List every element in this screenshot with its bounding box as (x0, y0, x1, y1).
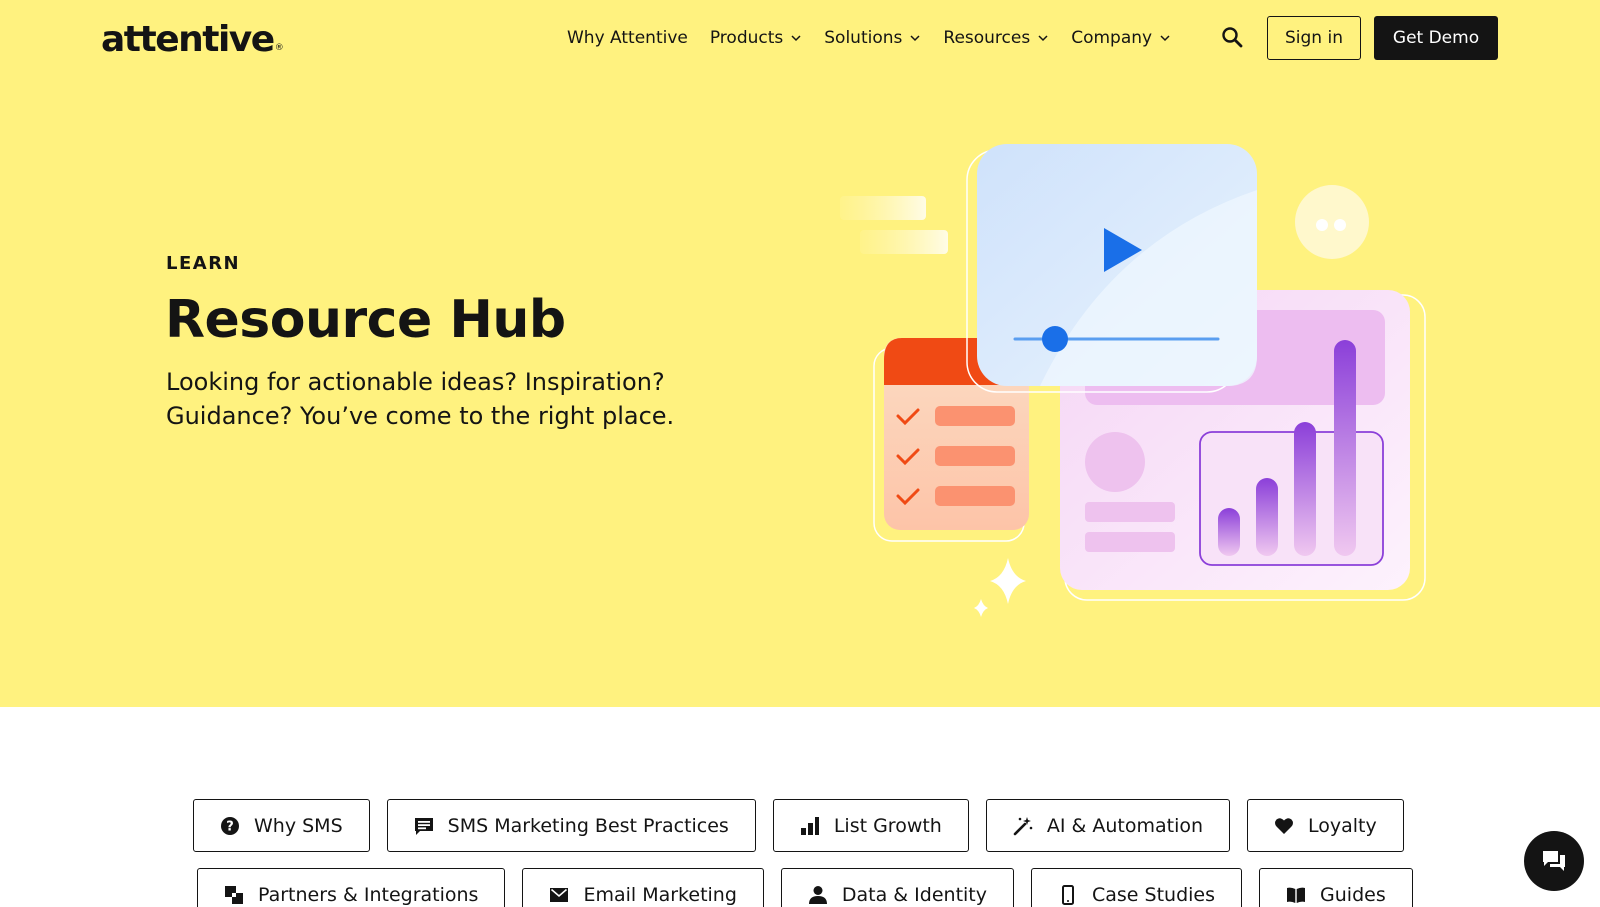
category-label: Data & Identity (841, 883, 987, 906)
phone-icon (1062, 884, 1074, 905)
magic-wand-icon (1013, 816, 1033, 835)
category-ai-automation[interactable]: AI & Automation (985, 799, 1231, 852)
category-case-studies[interactable]: Case Studies (1031, 868, 1243, 907)
category-partners-integrations[interactable]: Partners & Integrations (197, 868, 506, 907)
chevron-down-icon (1038, 35, 1048, 42)
category-list-growth[interactable]: List Growth (772, 799, 969, 852)
hero-subtitle: Looking for actionable ideas? Inspiratio… (166, 365, 726, 433)
category-label: Loyalty (1308, 814, 1377, 837)
message-icon (414, 817, 433, 835)
category-email-marketing[interactable]: Email Marketing (522, 868, 764, 907)
category-label: List Growth (833, 814, 942, 837)
chevron-down-icon (1160, 35, 1170, 42)
sign-in-button[interactable]: Sign in (1267, 16, 1361, 60)
person-icon (808, 885, 827, 904)
page-title: Resource Hub (165, 290, 566, 350)
nav-solutions[interactable]: Solutions (824, 28, 921, 48)
envelope-icon (550, 887, 569, 902)
hero-illustration (840, 144, 1426, 617)
chevron-down-icon (791, 35, 801, 42)
chat-launcher-button[interactable] (1524, 831, 1584, 891)
nav-company[interactable]: Company (1071, 28, 1171, 48)
heart-icon (1275, 817, 1294, 834)
attentive-logo[interactable]: attentive® (101, 20, 284, 60)
partners-icon (225, 885, 243, 904)
book-icon (1287, 887, 1306, 903)
chat-bubble-icon (1543, 851, 1565, 871)
hero-eyebrow: LEARN (166, 253, 241, 274)
question-circle-icon: ? (221, 816, 239, 835)
get-demo-button[interactable]: Get Demo (1374, 16, 1498, 60)
category-label: Email Marketing (583, 883, 737, 906)
category-loyalty[interactable]: Loyalty (1247, 799, 1404, 852)
category-label: Case Studies (1092, 883, 1216, 906)
category-data-identity[interactable]: Data & Identity (780, 868, 1014, 907)
category-row-2: Partners & Integrations Email Marketing … (197, 868, 1430, 907)
category-row-1: ? Why SMS SMS Marketing Best Practices L… (193, 799, 1421, 852)
hero-subtitle-line-2: Guidance? You’ve come to the right place… (166, 402, 675, 430)
category-label: Why SMS (254, 814, 343, 837)
category-label: Guides (1320, 883, 1386, 906)
bar-chart-icon (800, 816, 819, 835)
chevron-down-icon (910, 35, 920, 42)
svg-text:?: ? (226, 819, 234, 834)
search-icon[interactable] (1220, 25, 1244, 49)
category-guides[interactable]: Guides (1259, 868, 1413, 907)
category-sms-best-practices[interactable]: SMS Marketing Best Practices (386, 799, 756, 852)
nav-resources[interactable]: Resources (943, 28, 1049, 48)
nav-why-attentive[interactable]: Why Attentive (567, 28, 688, 48)
main-nav: Why Attentive Products Solutions Resourc… (567, 22, 1193, 54)
category-label: Partners & Integrations (258, 883, 479, 906)
category-label: SMS Marketing Best Practices (447, 814, 729, 837)
category-why-sms[interactable]: ? Why SMS (193, 799, 370, 852)
category-label: AI & Automation (1046, 814, 1204, 837)
nav-products[interactable]: Products (710, 28, 802, 48)
hero-subtitle-line-1: Looking for actionable ideas? Inspiratio… (166, 368, 665, 396)
